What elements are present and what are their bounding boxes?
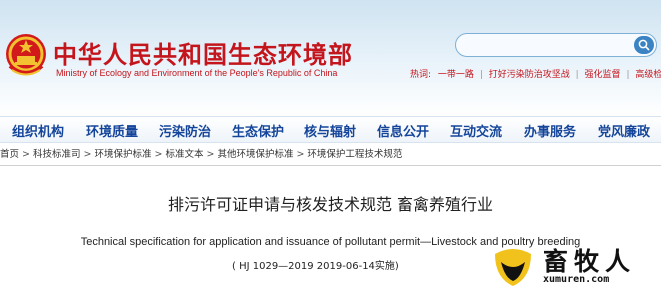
- hot-words-label: 热词:: [410, 70, 432, 80]
- breadcrumb-item[interactable]: 标准文本: [165, 146, 203, 160]
- breadcrumb-current[interactable]: 环境保护工程技术规范: [307, 146, 402, 160]
- separator: >: [154, 149, 163, 160]
- search-icon: [638, 39, 650, 51]
- hot-words: 热词: 一带一路 | 打好污染防治攻坚战 | 强化监督 | 高级检索: [410, 67, 661, 80]
- nav-item-interaction[interactable]: 互动交流: [450, 121, 502, 140]
- site-header: 中华人民共和国生态环境部 Ministry of Ecology and Env…: [0, 0, 661, 116]
- breadcrumb: 首页 > 科技标准司 > 环境保护标准 > 标准文本 > 其他环境保护标准 > 环境保护工程技术规范: [0, 146, 661, 162]
- nav-item-pollution-control[interactable]: 污染防治: [159, 121, 211, 140]
- nav-item-nuclear-radiation[interactable]: 核与辐射: [304, 121, 356, 140]
- breadcrumb-home[interactable]: 首页: [0, 146, 19, 160]
- hot-word-link[interactable]: 一带一路: [438, 70, 474, 80]
- site-title-cn[interactable]: 中华人民共和国生态环境部: [53, 35, 353, 70]
- nav-item-ecology[interactable]: 生态保护: [232, 121, 284, 140]
- site-title-en: Ministry of Ecology and Environment of t…: [56, 68, 338, 78]
- separator: >: [206, 149, 215, 160]
- separator: |: [479, 70, 483, 80]
- nav-item-environment-quality[interactable]: 环境质量: [86, 121, 138, 140]
- separator: >: [22, 149, 30, 160]
- hot-word-link[interactable]: 强化监督: [585, 70, 621, 80]
- search-button[interactable]: [634, 36, 654, 54]
- divider: [0, 165, 661, 166]
- nav-item-services[interactable]: 办事服务: [524, 121, 576, 140]
- watermark-url: xumuren.com: [543, 274, 610, 285]
- watermark-brand: 畜牧人: [543, 247, 637, 276]
- watermark: 畜牧人 xumuren.com: [485, 246, 661, 290]
- advanced-search-link[interactable]: 高级检索: [635, 70, 661, 80]
- nav-item-integrity[interactable]: 党风廉政: [598, 121, 650, 140]
- nav-item-organization[interactable]: 组织机构: [12, 121, 64, 140]
- separator: |: [575, 70, 579, 80]
- standard-info: ( HJ 1029—2019 2019-06-14实施): [232, 261, 399, 272]
- national-emblem-icon[interactable]: [4, 32, 48, 80]
- main-nav: 组织机构 环境质量 污染防治 生态保护 核与辐射 信息公开 互动交流 办事服务 …: [0, 116, 661, 143]
- separator: >: [296, 149, 305, 160]
- breadcrumb-item[interactable]: 其他环境保护标准: [217, 146, 293, 160]
- nav-item-disclosure[interactable]: 信息公开: [377, 121, 429, 140]
- hot-word-link[interactable]: 打好污染防治攻坚战: [489, 70, 570, 80]
- breadcrumb-item[interactable]: 科技标准司: [33, 146, 81, 160]
- search-box[interactable]: [455, 33, 657, 57]
- article-title: 排污许可证申请与核发技术规范 畜禽养殖行业: [167, 195, 494, 214]
- breadcrumb-item[interactable]: 环境保护标准: [94, 146, 151, 160]
- separator: |: [626, 70, 630, 80]
- brand-logo-icon: [495, 249, 531, 286]
- separator: >: [83, 149, 92, 160]
